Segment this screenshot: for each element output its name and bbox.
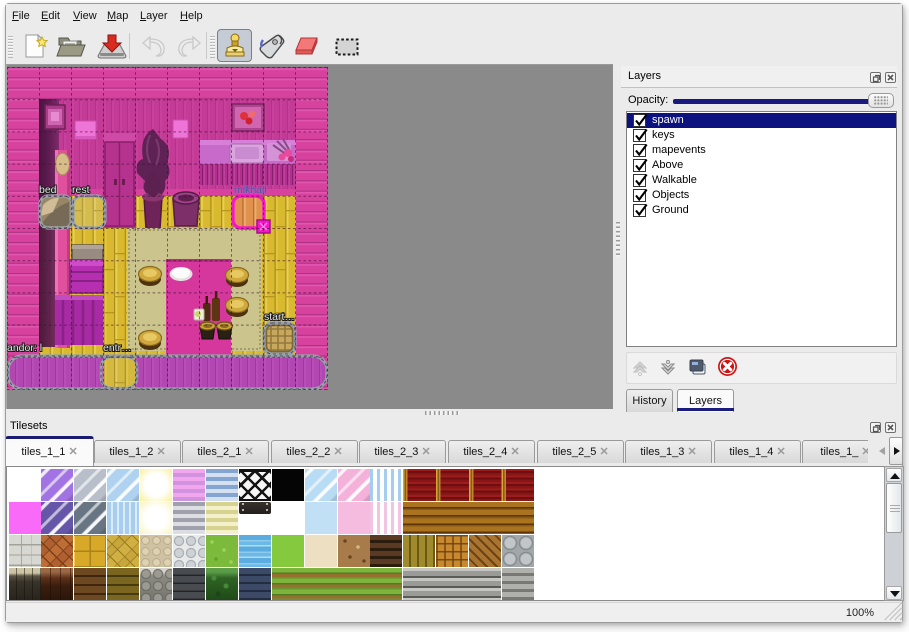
svg-text:rest: rest bbox=[72, 184, 90, 196]
svg-text:bed: bed bbox=[39, 184, 57, 196]
svg-text:start…: start… bbox=[264, 311, 295, 323]
svg-text:mikhail: mikhail bbox=[234, 184, 267, 196]
svg-text:entr…: entr… bbox=[103, 342, 132, 354]
svg-text:andor: l: andor: l bbox=[7, 342, 42, 354]
